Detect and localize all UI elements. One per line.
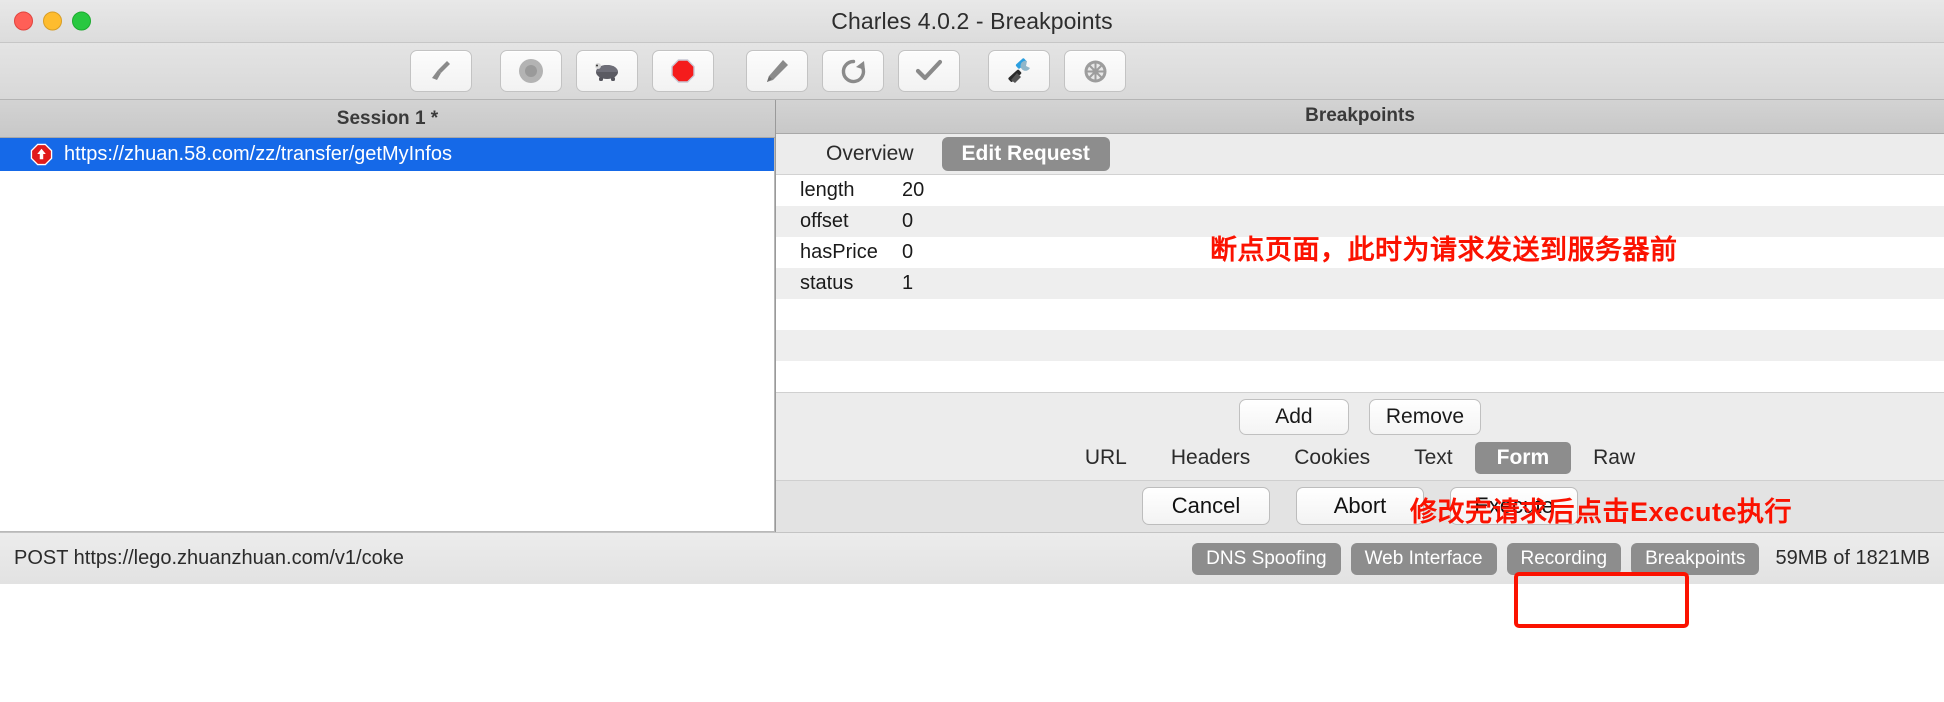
toolbar-tools-button[interactable] <box>988 50 1050 92</box>
tab-edit-request[interactable]: Edit Request <box>941 136 1110 171</box>
param-value: 0 <box>902 240 914 263</box>
tab-raw[interactable]: Raw <box>1571 442 1657 474</box>
toolbar-record-button[interactable] <box>500 50 562 92</box>
status-chip-recording[interactable]: Recording <box>1506 542 1622 575</box>
session-pane-header: Session 1 * <box>0 100 775 138</box>
window-title: Charles 4.0.2 - Breakpoints <box>831 7 1113 34</box>
table-empty-area <box>776 298 1944 392</box>
main-content: Session 1 * https://zhuan.58.com/zz/tran… <box>0 100 1944 533</box>
traffic-light-buttons <box>14 11 91 31</box>
body-tabs: URL Headers Cookies Text Form Raw <box>776 437 1944 480</box>
toolbar-breakpoints-button[interactable] <box>652 50 714 92</box>
edit-buttons-row: Add Remove <box>776 392 1944 438</box>
param-key: offset <box>800 209 849 232</box>
session-pane: Session 1 * https://zhuan.58.com/zz/tran… <box>0 100 776 532</box>
add-button[interactable]: Add <box>1238 398 1349 435</box>
toolbar-clear-button[interactable] <box>410 50 472 92</box>
toolbar-validate-button[interactable] <box>898 50 960 92</box>
toolbar-throttle-button[interactable] <box>576 50 638 92</box>
toolbar-compose-button[interactable] <box>746 50 808 92</box>
validate-check-icon <box>915 58 943 84</box>
param-value: 0 <box>902 209 914 232</box>
settings-gear-icon <box>1082 58 1109 85</box>
record-circle-icon <box>517 57 545 85</box>
parameter-table[interactable]: length 20 offset 0 hasPrice 0 status 1 <box>776 174 1944 393</box>
breakpoint-stop-icon <box>670 58 696 84</box>
close-window-button[interactable] <box>14 11 33 31</box>
compose-pen-icon <box>764 58 790 84</box>
breakpoints-pane: Breakpoints Overview Edit Request length… <box>776 100 1944 533</box>
minimize-window-button[interactable] <box>43 11 62 31</box>
toolbar-settings-button[interactable] <box>1064 50 1126 92</box>
tab-form[interactable]: Form <box>1474 442 1572 475</box>
tab-cookies[interactable]: Cookies <box>1272 442 1392 474</box>
tab-url[interactable]: URL <box>1063 442 1149 474</box>
cancel-button[interactable]: Cancel <box>1142 487 1270 526</box>
table-row[interactable]: length 20 <box>776 175 1944 206</box>
status-chip-dns-spoofing[interactable]: DNS Spoofing <box>1192 542 1341 575</box>
request-tabs: Overview Edit Request <box>776 133 1944 175</box>
status-chips: DNS Spoofing Web Interface Recording Bre… <box>1192 542 1930 575</box>
table-row[interactable]: offset 0 <box>776 205 1944 237</box>
tab-overview[interactable]: Overview <box>806 137 934 171</box>
status-chip-breakpoints[interactable]: Breakpoints <box>1631 542 1760 575</box>
throttle-turtle-icon <box>592 59 622 83</box>
zoom-window-button[interactable] <box>72 11 91 31</box>
param-key: length <box>800 178 855 201</box>
remove-button[interactable]: Remove <box>1368 398 1482 435</box>
table-empty-row <box>776 361 1944 392</box>
repeat-refresh-icon <box>840 58 867 85</box>
clear-broom-icon <box>428 58 454 84</box>
table-empty-row <box>776 299 1944 330</box>
table-row[interactable]: hasPrice 0 <box>776 237 1944 268</box>
param-value: 1 <box>902 271 914 294</box>
tools-wrench-icon <box>1005 57 1033 85</box>
session-list[interactable]: https://zhuan.58.com/zz/transfer/getMyIn… <box>0 138 775 532</box>
status-memory-usage: 59MB of 1821MB <box>1775 547 1930 569</box>
breakpoint-stop-icon <box>30 143 53 166</box>
param-key: status <box>800 271 854 294</box>
breakpoints-pane-header: Breakpoints <box>776 100 1944 134</box>
status-chip-web-interface[interactable]: Web Interface <box>1350 542 1497 575</box>
param-key: hasPrice <box>800 240 878 263</box>
charles-window: Charles 4.0.2 - Breakpoints Session 1 * … <box>0 0 1944 702</box>
execute-button[interactable]: Execute <box>1450 487 1578 526</box>
abort-button[interactable]: Abort <box>1296 487 1424 526</box>
status-request-url: POST https://lego.zhuanzhuan.com/v1/coke <box>14 547 404 569</box>
list-item-url: https://zhuan.58.com/zz/transfer/getMyIn… <box>64 143 452 165</box>
window-titlebar: Charles 4.0.2 - Breakpoints <box>0 0 1944 43</box>
tab-headers[interactable]: Headers <box>1149 442 1272 474</box>
main-toolbar <box>0 43 1944 100</box>
list-item[interactable]: https://zhuan.58.com/zz/transfer/getMyIn… <box>0 138 774 171</box>
tab-text[interactable]: Text <box>1392 442 1475 474</box>
param-value: 20 <box>902 178 925 201</box>
action-buttons-row: Cancel Abort Execute <box>776 479 1944 533</box>
toolbar-repeat-button[interactable] <box>822 50 884 92</box>
table-empty-row <box>776 329 1944 361</box>
table-row[interactable]: status 1 <box>776 267 1944 299</box>
status-bar: POST https://lego.zhuanzhuan.com/v1/coke… <box>0 532 1944 584</box>
